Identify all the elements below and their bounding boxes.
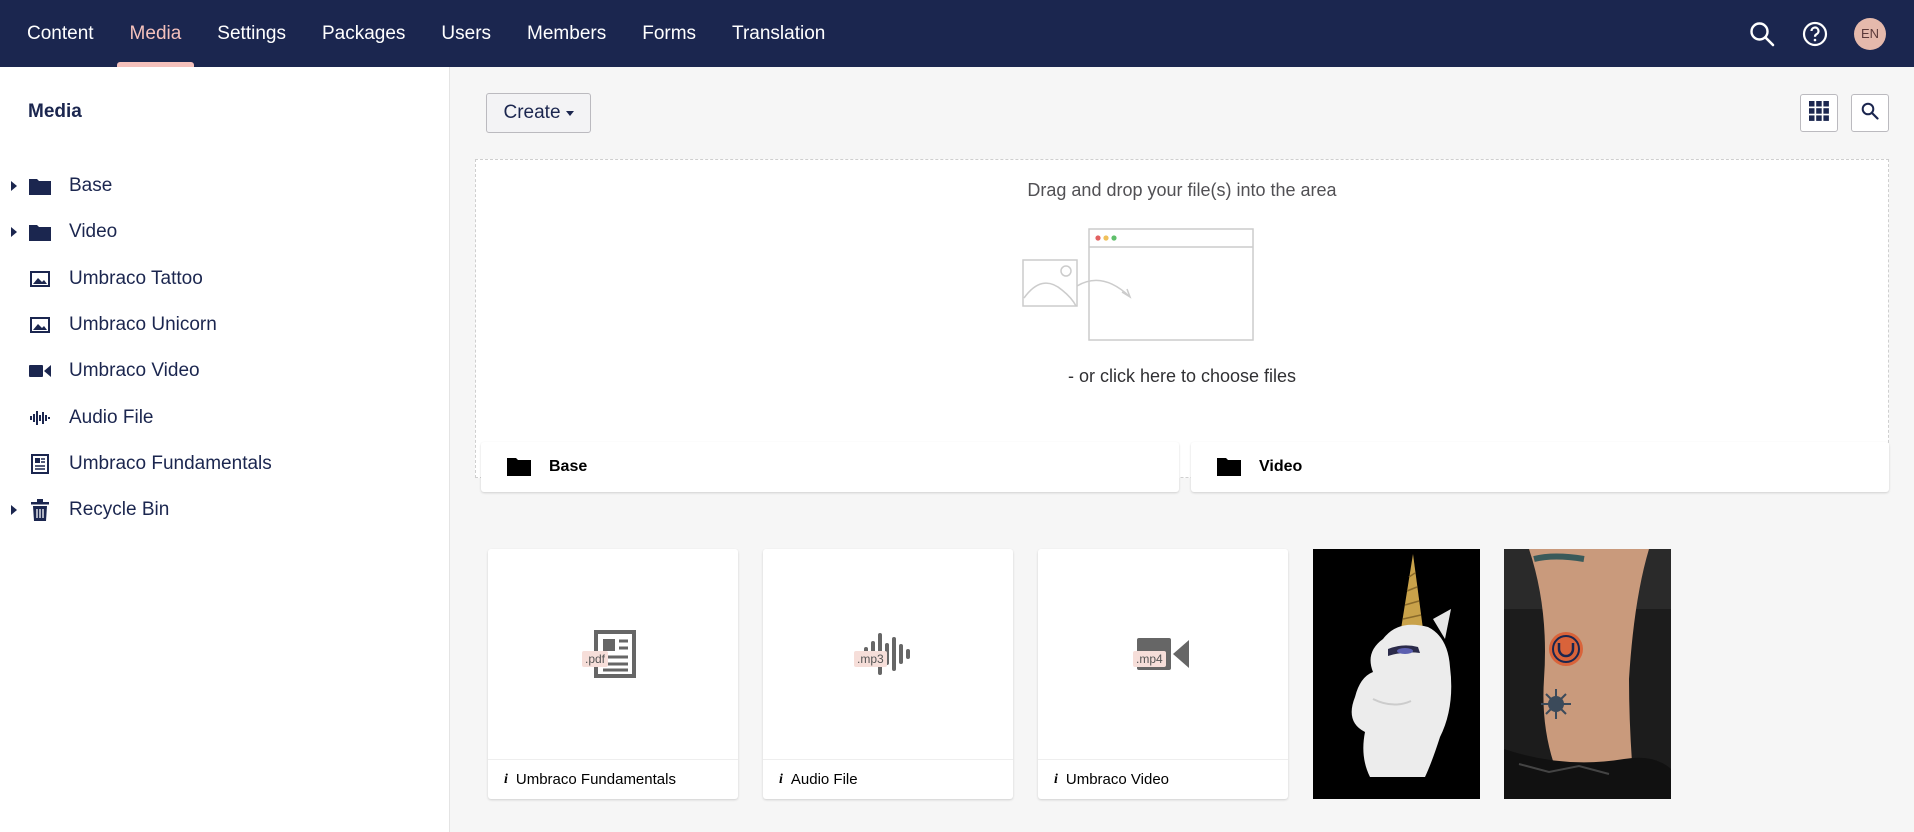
folder-icon (28, 220, 52, 244)
info-icon[interactable]: i (1054, 772, 1058, 788)
image-icon (28, 267, 52, 291)
folder-card-label: Video (1259, 458, 1303, 475)
search-media-button[interactable] (1851, 94, 1889, 132)
image-card-umbraco-unicorn[interactable] (1313, 549, 1480, 799)
tree-item-recycle-bin[interactable]: Recycle Bin (0, 487, 450, 533)
help-icon[interactable] (1801, 20, 1829, 48)
folder-icon (507, 456, 533, 478)
media-thumbnail: .mp4 (1038, 549, 1288, 759)
nav-packages[interactable]: Packages (304, 0, 423, 67)
grid-icon (1809, 100, 1829, 126)
media-card-label: Umbraco Video (1065, 771, 1170, 788)
info-icon[interactable]: i (504, 772, 508, 788)
folder-card-video[interactable]: Video (1191, 442, 1889, 492)
media-thumbnail: .mp3 (763, 549, 1013, 759)
media-main-panel: Create Drag and drop your file(s) into t… (451, 67, 1914, 832)
tree-item-umbraco-tattoo[interactable]: Umbraco Tattoo (0, 256, 450, 302)
expand-caret-icon[interactable] (11, 181, 17, 192)
nav-users[interactable]: Users (423, 0, 509, 67)
folder-card-base[interactable]: Base (481, 442, 1179, 492)
nav-members[interactable]: Members (509, 0, 624, 67)
topbar-actions: EN (1748, 0, 1914, 67)
file-extension-badge: .mp4 (1133, 651, 1166, 667)
video-icon: .mp4 (1133, 634, 1191, 674)
create-button-label: Create (503, 102, 561, 123)
media-card-audio-file[interactable]: .mp3 i Audio File (763, 549, 1013, 799)
expand-caret-icon[interactable] (11, 505, 17, 516)
section-nav: Content Media Settings Packages Users Me… (8, 0, 843, 67)
audio-icon: .mp3 (854, 629, 916, 679)
file-extension-badge: .pdf (582, 651, 609, 667)
tree-item-label: Recycle Bin (69, 499, 170, 521)
media-tree-sidebar: Media Base Video Umbraco Tattoo Umbraco … (0, 67, 450, 832)
sidebar-title: Media (28, 101, 82, 122)
image-icon (28, 313, 52, 337)
folder-icon (28, 174, 52, 198)
file-dropzone[interactable]: Drag and drop your file(s) into the area… (475, 159, 1889, 478)
dropzone-title: Drag and drop your file(s) into the area (1027, 180, 1337, 200)
media-card-label: Audio File (790, 771, 858, 788)
tree-item-label: Video (69, 221, 118, 243)
grid-view-button[interactable] (1800, 94, 1838, 132)
nav-settings[interactable]: Settings (199, 0, 304, 67)
tattoo-image (1504, 549, 1671, 799)
tree-item-label: Umbraco Fundamentals (69, 452, 272, 474)
tree-item-label: Base (69, 175, 113, 197)
expand-caret-icon[interactable] (11, 227, 17, 238)
tree-item-umbraco-unicorn[interactable]: Umbraco Unicorn (0, 302, 450, 348)
tree-item-audio-file[interactable]: Audio File (0, 394, 450, 440)
media-tree: Base Video Umbraco Tattoo Umbraco Unicor… (0, 163, 450, 533)
tree-item-label: Audio File (69, 406, 154, 428)
file-extension-badge: .mp3 (854, 651, 887, 667)
tree-item-umbraco-video[interactable]: Umbraco Video (0, 348, 450, 394)
trash-icon (28, 498, 52, 522)
nav-translation[interactable]: Translation (714, 0, 843, 67)
search-icon (1861, 102, 1879, 125)
tree-item-base[interactable]: Base (0, 163, 450, 209)
folder-card-label: Base (549, 458, 588, 475)
nav-forms[interactable]: Forms (624, 0, 714, 67)
nav-content[interactable]: Content (8, 0, 112, 67)
nav-media[interactable]: Media (112, 0, 200, 67)
info-icon[interactable]: i (779, 772, 783, 788)
tree-item-label: Umbraco Tattoo (69, 267, 203, 289)
create-button[interactable]: Create (486, 93, 591, 133)
folder-icon (1217, 456, 1243, 478)
search-icon[interactable] (1748, 20, 1776, 48)
video-icon (28, 359, 52, 383)
media-thumbnail: .pdf (488, 549, 738, 759)
media-card-label: Umbraco Fundamentals (515, 771, 676, 788)
tree-item-umbraco-fundamentals[interactable]: Umbraco Fundamentals (0, 441, 450, 487)
media-card-caption: i Umbraco Fundamentals (488, 759, 738, 799)
tree-item-label: Umbraco Video (69, 360, 200, 382)
document-icon: .pdf (582, 629, 638, 679)
choose-files-link[interactable]: - or click here to choose files (476, 366, 1888, 387)
media-card-caption: i Audio File (763, 759, 1013, 799)
chevron-down-icon (565, 110, 574, 116)
image-card-umbraco-tattoo[interactable] (1504, 549, 1671, 799)
media-card-umbraco-video[interactable]: .mp4 i Umbraco Video (1038, 549, 1288, 799)
audio-icon (28, 406, 52, 430)
top-navigation-bar: Content Media Settings Packages Users Me… (0, 0, 1914, 67)
document-icon (28, 452, 52, 476)
media-card-umbraco-fundamentals[interactable]: .pdf i Umbraco Fundamentals (488, 549, 738, 799)
media-card-caption: i Umbraco Video (1038, 759, 1288, 799)
unicorn-image (1313, 549, 1480, 799)
tree-item-label: Umbraco Unicorn (69, 314, 217, 336)
tree-item-video[interactable]: Video (0, 209, 450, 255)
dropzone-illustration-icon (1022, 228, 1262, 348)
user-avatar[interactable]: EN (1854, 17, 1886, 50)
